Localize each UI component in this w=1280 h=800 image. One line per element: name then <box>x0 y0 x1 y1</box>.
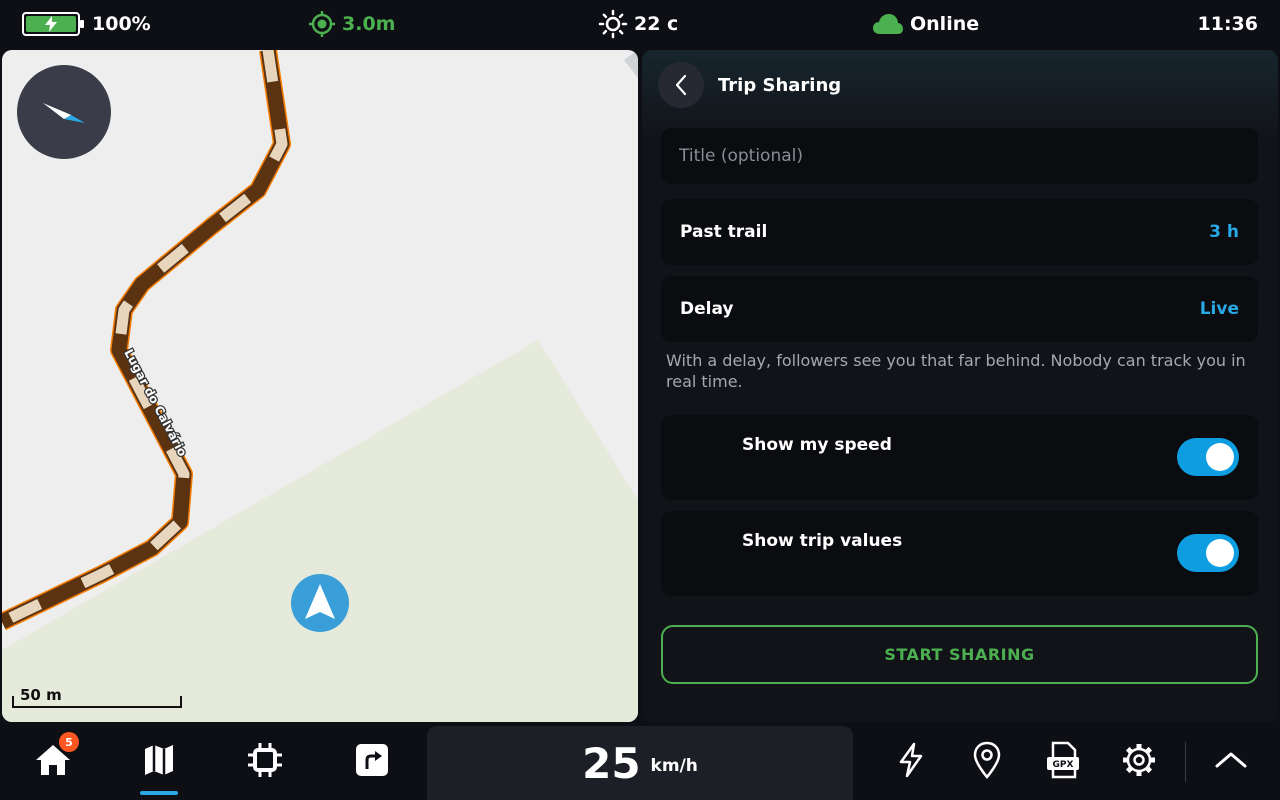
chevron-left-icon <box>675 74 687 96</box>
map-view[interactable]: Lugar do Calvário 50 m <box>2 50 638 722</box>
map-edge-area <box>624 50 638 78</box>
bolt-icon <box>899 742 923 778</box>
location-pin-icon <box>973 741 1001 779</box>
settings-button[interactable] <box>1113 734 1165 786</box>
cloud-icon <box>873 14 903 34</box>
compass-needle-icon <box>43 103 85 123</box>
trip-sharing-panel: Trip Sharing Past trail 3 h Delay Live W… <box>642 50 1278 722</box>
power-button[interactable] <box>885 734 937 786</box>
navigation-arrow-icon <box>305 584 335 619</box>
battery-icon <box>22 12 84 36</box>
trip-title-input[interactable] <box>661 128 1258 184</box>
bottom-bar: 5 25 km/h GPX <box>0 724 1280 800</box>
show-speed-toggle[interactable] <box>1177 438 1239 476</box>
connection-label: Online <box>910 13 980 35</box>
speed-value: 25 <box>582 738 641 788</box>
weather-status: 22 c <box>598 0 678 48</box>
show-trip-values-toggle[interactable] <box>1177 534 1239 572</box>
current-position-marker <box>291 574 349 632</box>
show-trip-values-row: Show trip values <box>661 511 1258 596</box>
map-tab-button[interactable] <box>133 734 185 786</box>
gps-accuracy: 3.0m <box>342 13 396 35</box>
navigation-button[interactable] <box>346 734 398 786</box>
speedometer: 25 km/h <box>427 726 853 800</box>
places-button[interactable] <box>961 734 1013 786</box>
panel-title: Trip Sharing <box>718 74 842 96</box>
start-sharing-button[interactable]: START SHARING <box>661 625 1258 684</box>
show-trip-values-label: Show trip values <box>742 531 903 551</box>
status-bar: 100% 3.0m 22 c Online 11:36 <box>0 0 1280 48</box>
chip-button[interactable] <box>239 734 291 786</box>
bottom-divider <box>1185 742 1186 782</box>
show-speed-label: Show my speed <box>742 435 892 455</box>
svg-text:GPX: GPX <box>1053 760 1074 770</box>
chevron-up-icon <box>1215 752 1247 768</box>
compass-button[interactable] <box>17 65 111 159</box>
battery-percent: 100% <box>92 13 151 35</box>
clock: 11:36 <box>1197 13 1258 35</box>
gpx-file-icon: GPX <box>1047 741 1079 779</box>
past-trail-row[interactable]: Past trail 3 h <box>661 199 1258 265</box>
panel-header: Trip Sharing <box>658 62 841 108</box>
scale-bar <box>12 696 182 708</box>
gps-status: 3.0m <box>308 0 395 48</box>
gpx-button[interactable]: GPX <box>1037 734 1089 786</box>
delay-value: Live <box>1199 299 1239 319</box>
gear-icon <box>1123 744 1155 776</box>
home-button[interactable]: 5 <box>27 732 79 786</box>
past-trail-value: 3 h <box>1209 222 1239 242</box>
active-tab-indicator <box>140 791 178 795</box>
map-icon <box>145 745 173 775</box>
delay-row[interactable]: Delay Live <box>661 276 1258 342</box>
green-area <box>2 340 638 722</box>
show-speed-row: Show my speed <box>661 415 1258 500</box>
temperature: 22 c <box>634 13 679 35</box>
map-scale: 50 m <box>12 686 182 708</box>
battery-status: 100% <box>22 0 151 48</box>
delay-hint: With a delay, followers see you that far… <box>666 351 1246 391</box>
turn-right-icon <box>356 744 388 776</box>
expand-button[interactable] <box>1205 734 1257 786</box>
connection-status: Online <box>872 0 979 48</box>
street-label: Lugar do Calvário <box>121 347 189 459</box>
chip-icon <box>248 743 282 777</box>
gps-target-icon <box>309 11 335 37</box>
past-trail-label: Past trail <box>680 222 768 242</box>
sun-icon <box>598 9 628 39</box>
notification-badge: 5 <box>59 732 79 752</box>
speed-unit: km/h <box>650 756 698 776</box>
delay-label: Delay <box>680 299 734 319</box>
back-button[interactable] <box>658 62 704 108</box>
